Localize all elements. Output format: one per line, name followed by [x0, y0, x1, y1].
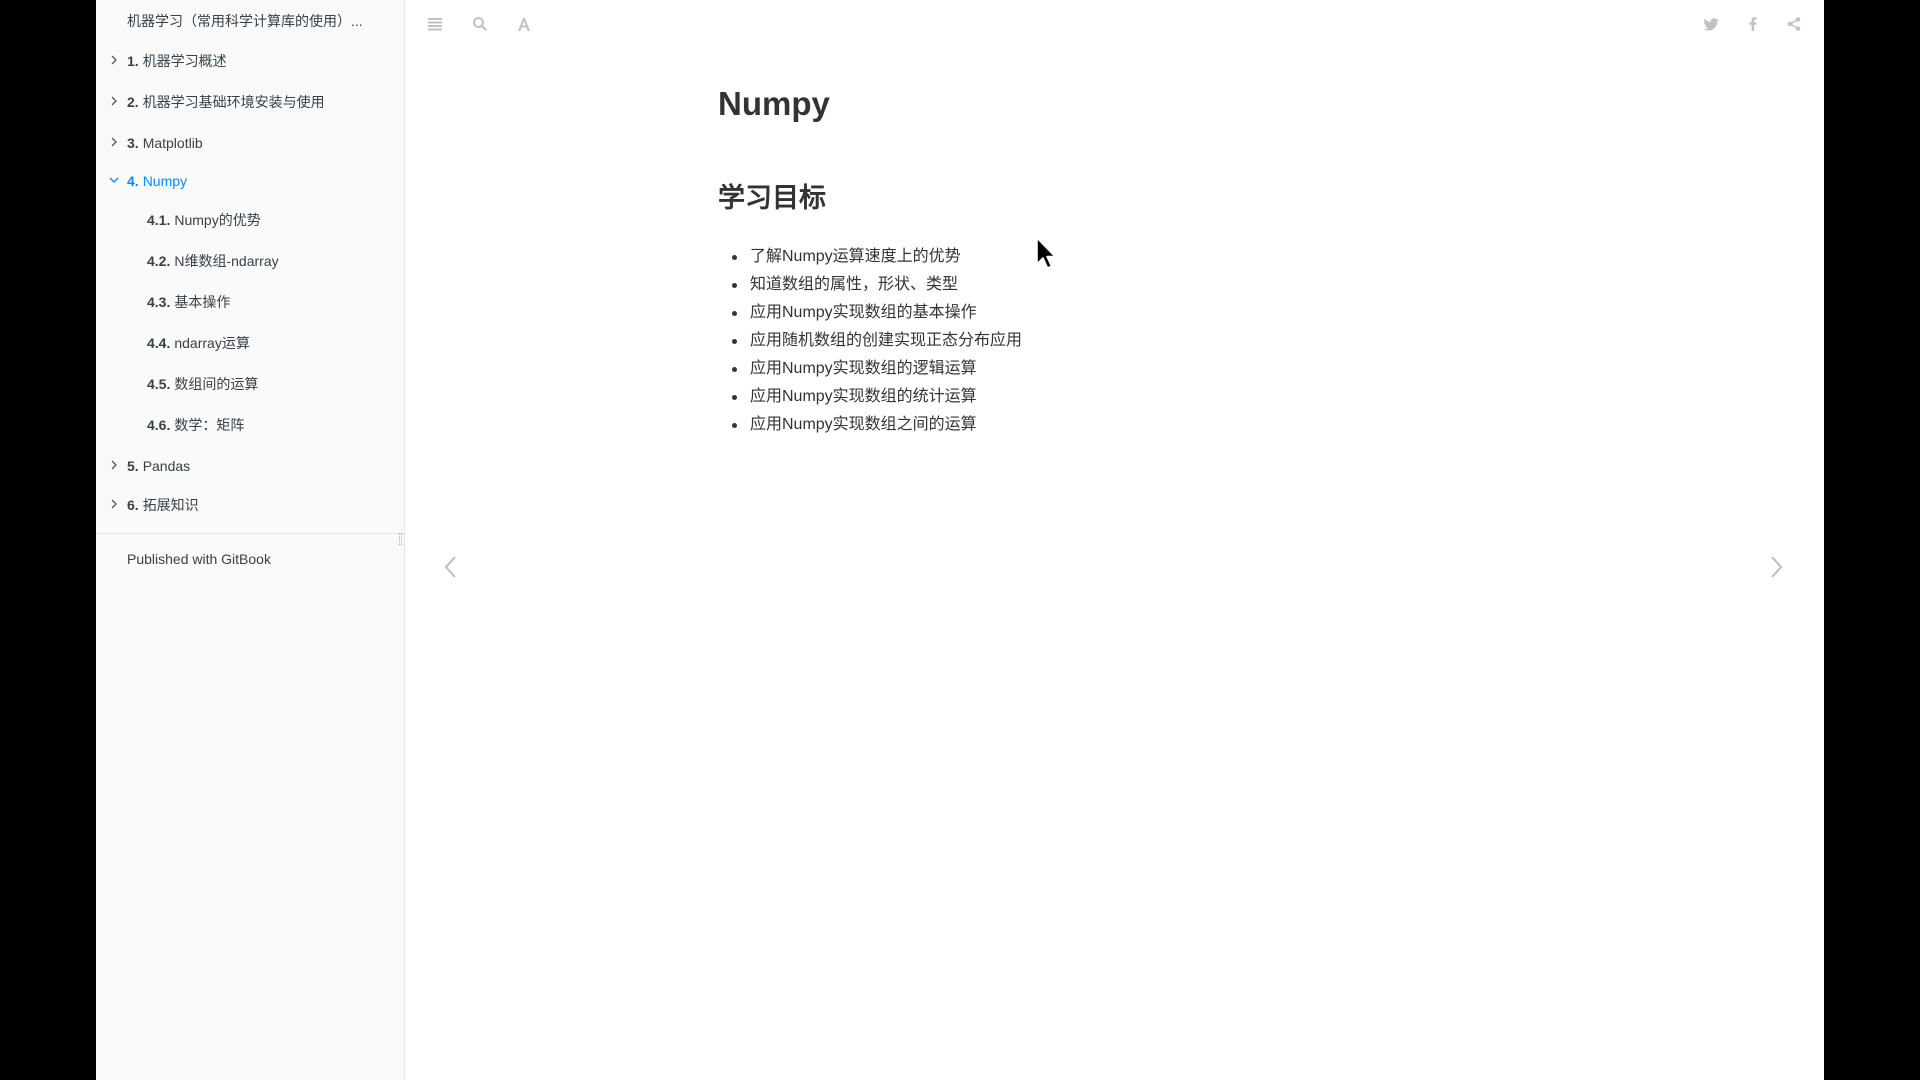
- sidebar-item-label: 数学：矩阵: [174, 417, 245, 433]
- sidebar-item-number: 5.: [127, 458, 139, 474]
- facebook-icon[interactable]: [1742, 13, 1764, 35]
- sidebar-item-ndarray-ops[interactable]: 4.4. ndarray运算: [96, 329, 404, 357]
- share-icon[interactable]: [1783, 13, 1805, 35]
- sidebar-item-number: 6.: [127, 497, 139, 513]
- list-item: 应用Numpy实现数组之间的运算: [718, 411, 1022, 439]
- sidebar-item-label: N维数组-ndarray: [174, 253, 279, 269]
- sidebar-item-label: 基本操作: [174, 294, 231, 310]
- sidebar-item-number: 2.: [127, 94, 139, 110]
- next-page-button[interactable]: [1766, 552, 1788, 582]
- list-item: 应用Numpy实现数组的逻辑运算: [718, 355, 1022, 383]
- list-item: 了解Numpy运算速度上的优势: [718, 243, 1022, 271]
- sidebar-item-label: Pandas: [142, 458, 191, 474]
- sidebar-item-numpy-advantages[interactable]: 4.1. Numpy的优势: [96, 206, 404, 234]
- list-item: 应用Numpy实现数组的基本操作: [718, 299, 1022, 327]
- page-title: Numpy: [718, 85, 830, 122]
- book-title[interactable]: 机器学习（常用科学计算库的使用）...: [127, 11, 363, 31]
- sidebar-resize-handle[interactable]: [399, 533, 402, 545]
- sidebar-item-number: 4.: [127, 173, 139, 189]
- search-icon[interactable]: [469, 13, 491, 35]
- sidebar-item-array-ops[interactable]: 4.5. 数组间的运算: [96, 370, 404, 398]
- chevron-right-icon[interactable]: [108, 498, 120, 510]
- chevron-right-icon: [1771, 556, 1783, 578]
- sidebar-item-label: 数组间的运算: [174, 376, 259, 392]
- chevron-right-icon[interactable]: [108, 459, 120, 471]
- learning-goals-list: 了解Numpy运算速度上的优势 知道数组的属性，形状、类型 应用Numpy实现数…: [718, 243, 1022, 439]
- sidebar-item-number: 4.6.: [147, 417, 171, 433]
- sidebar-item-label: Numpy: [142, 173, 188, 189]
- mouse-cursor-icon: [1036, 237, 1056, 269]
- chevron-down-icon[interactable]: [108, 174, 120, 186]
- sidebar-item-number: 4.4.: [147, 335, 171, 351]
- sidebar-item-label: ndarray运算: [174, 335, 250, 351]
- sidebar-item-number: 4.5.: [147, 376, 171, 392]
- sidebar-item-ml-overview[interactable]: 1. 机器学习概述: [96, 47, 404, 75]
- sidebar: 机器学习（常用科学计算库的使用）... 1. 机器学习概述 2. 机器学习基础环境安…: [96, 0, 405, 1080]
- sidebar-item-label: 拓展知识: [142, 497, 199, 513]
- sidebar-item-label: 机器学习基础环境安装与使用: [142, 94, 325, 110]
- sidebar-item-number: 4.2.: [147, 253, 171, 269]
- sidebar-item-extended[interactable]: 6. 拓展知识: [96, 491, 404, 519]
- gitbook-window: 机器学习（常用科学计算库的使用）... 1. 机器学习概述 2. 机器学习基础环境安…: [96, 0, 1824, 1080]
- sidebar-item-number: 3.: [127, 135, 139, 151]
- chevron-right-icon[interactable]: [108, 136, 120, 148]
- sidebar-item-label: Numpy的优势: [174, 212, 261, 228]
- chevron-left-icon: [444, 556, 456, 578]
- sidebar-item-label: Matplotlib: [142, 135, 203, 151]
- previous-page-button[interactable]: [439, 552, 461, 582]
- sidebar-item-basic-ops[interactable]: 4.3. 基本操作: [96, 288, 404, 316]
- sidebar-item-number: 4.3.: [147, 294, 171, 310]
- sidebar-item-env-setup[interactable]: 2. 机器学习基础环境安装与使用: [96, 88, 404, 116]
- list-item: 应用随机数组的创建实现正态分布应用: [718, 327, 1022, 355]
- chevron-right-icon[interactable]: [108, 95, 120, 107]
- menu-icon[interactable]: [424, 13, 446, 35]
- list-item: 应用Numpy实现数组的统计运算: [718, 383, 1022, 411]
- sidebar-item-ndarray[interactable]: 4.2. N维数组-ndarray: [96, 247, 404, 275]
- sidebar-item-number: 1.: [127, 53, 139, 69]
- twitter-icon[interactable]: [1700, 13, 1722, 35]
- section-title: 学习目标: [718, 183, 826, 213]
- sidebar-item-matplotlib[interactable]: 3. Matplotlib: [96, 129, 404, 157]
- sidebar-divider: [96, 533, 404, 534]
- published-with-gitbook-link[interactable]: Published with GitBook: [127, 551, 271, 567]
- sidebar-item-matrix[interactable]: 4.6. 数学：矩阵: [96, 411, 404, 439]
- chevron-right-icon[interactable]: [108, 54, 120, 66]
- font-icon[interactable]: [513, 13, 535, 35]
- sidebar-item-pandas[interactable]: 5. Pandas: [96, 452, 404, 480]
- sidebar-item-label: 机器学习概述: [142, 53, 227, 69]
- sidebar-item-number: 4.1.: [147, 212, 171, 228]
- list-item: 知道数组的属性，形状、类型: [718, 271, 1022, 299]
- sidebar-item-numpy[interactable]: 4. Numpy: [96, 167, 404, 195]
